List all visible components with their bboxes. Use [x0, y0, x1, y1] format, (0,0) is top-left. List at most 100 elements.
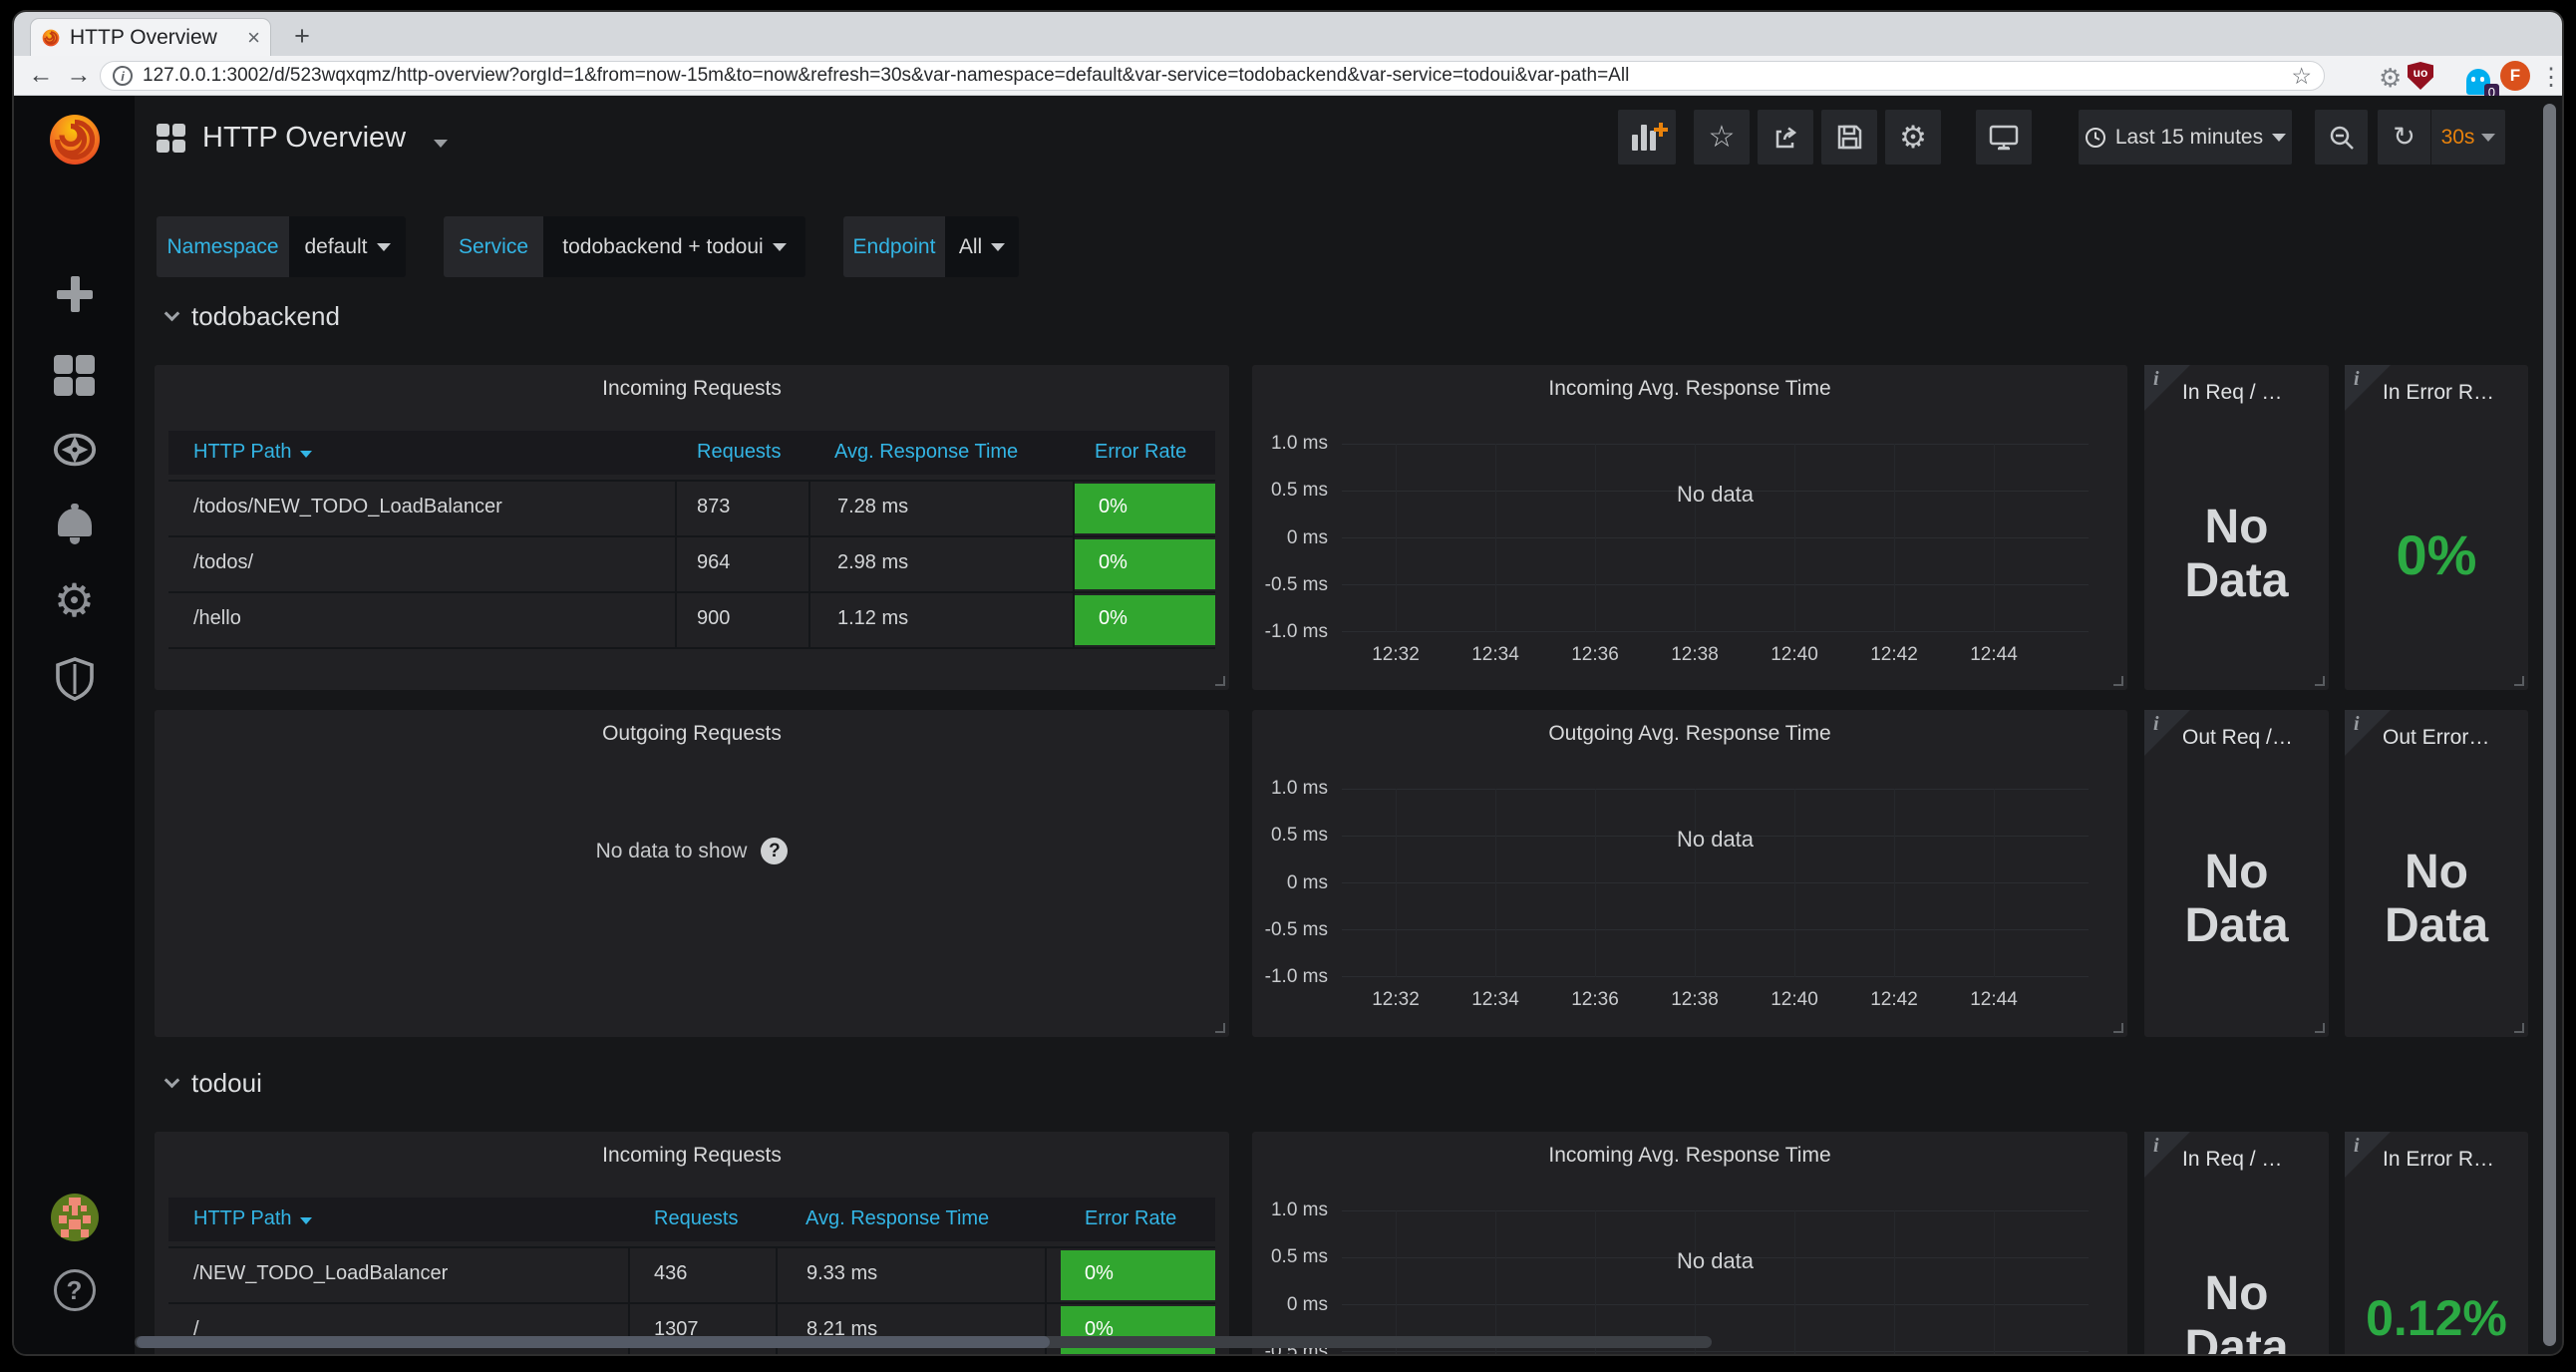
- back-icon[interactable]: ←: [22, 61, 60, 90]
- panel-title[interactable]: Incoming Avg. Response Time: [1252, 377, 2127, 401]
- filter-namespace-value[interactable]: default: [289, 216, 406, 277]
- panel-title[interactable]: Incoming Requests: [155, 1144, 1229, 1168]
- browser-tab[interactable]: HTTP Overview ×: [30, 18, 271, 56]
- mark-favorite-button[interactable]: ☆: [1694, 110, 1750, 165]
- url-text[interactable]: 127.0.0.1:3002/d/523wqxqmz/http-overview…: [143, 65, 2281, 87]
- title-caret-icon[interactable]: [434, 140, 448, 148]
- filter-endpoint-value[interactable]: All: [945, 216, 1019, 277]
- panel-incoming-avg-response-todobackend[interactable]: Incoming Avg. Response Time 1.0 ms 0.5 m…: [1252, 365, 2127, 690]
- col-avg-response-time[interactable]: Avg. Response Time: [834, 441, 1018, 464]
- bookmark-star-icon[interactable]: ☆: [2291, 63, 2312, 90]
- cell-requests: 436: [654, 1262, 687, 1285]
- sidebar-server-admin-icon[interactable]: [14, 656, 135, 702]
- col-error-rate[interactable]: Error Rate: [1085, 1207, 1176, 1230]
- panel-in-req-todobackend[interactable]: i In Req / … No Data: [2144, 365, 2329, 690]
- panel-in-error-todobackend[interactable]: i In Error R… 0%: [2345, 365, 2528, 690]
- panel-out-req-todobackend[interactable]: i Out Req /… No Data: [2144, 710, 2329, 1037]
- question-mark-icon[interactable]: ?: [761, 838, 788, 864]
- cell-avg: 1.12 ms: [837, 607, 908, 630]
- panel-incoming-requests-todoui[interactable]: Incoming Requests HTTP Path Requests Avg…: [155, 1132, 1229, 1354]
- col-requests[interactable]: Requests: [697, 441, 782, 464]
- chart-plot-area[interactable]: No data: [1342, 444, 2089, 632]
- panel-incoming-avg-response-todoui[interactable]: Incoming Avg. Response Time 1.0 ms 0.5 m…: [1252, 1132, 2127, 1354]
- y-tick: -1.0 ms: [1252, 966, 1328, 988]
- refresh-interval-button[interactable]: 30s: [2431, 110, 2505, 165]
- panel-title[interactable]: Incoming Requests: [155, 377, 1229, 401]
- panel-title[interactable]: Outgoing Requests: [155, 722, 1229, 746]
- dashboard-settings-button[interactable]: ⚙: [1885, 110, 1941, 165]
- refresh-button[interactable]: ↻: [2378, 110, 2431, 165]
- sidebar-dashboards-icon[interactable]: [14, 355, 135, 396]
- dashboard-title[interactable]: HTTP Overview: [202, 122, 406, 155]
- tab-close-icon[interactable]: ×: [247, 27, 260, 49]
- page-info-icon[interactable]: i: [113, 66, 133, 86]
- y-tick: -0.5 ms: [1252, 574, 1328, 596]
- panel-title[interactable]: Incoming Avg. Response Time: [1252, 1144, 2127, 1168]
- y-tick: 0.5 ms: [1252, 1246, 1328, 1268]
- vertical-scrollbar-thumb[interactable]: [2543, 104, 2556, 1346]
- x-tick: 12:38: [1660, 989, 1730, 1011]
- cycle-view-mode-button[interactable]: [1976, 110, 2032, 165]
- dashboard-grid-icon[interactable]: [157, 124, 186, 154]
- sort-caret-icon: [300, 451, 312, 458]
- section-todobackend[interactable]: todobackend: [166, 301, 340, 332]
- cell-error-rate: 0%: [1075, 539, 1215, 589]
- filter-service-value[interactable]: todobackend + todoui: [543, 216, 805, 277]
- panel-title[interactable]: In Req / …: [2182, 381, 2282, 405]
- horizontal-scrollbar-thumb[interactable]: [137, 1336, 1050, 1348]
- zoom-out-button[interactable]: [2315, 110, 2368, 165]
- sidebar-configuration-icon[interactable]: ⚙: [14, 577, 135, 623]
- browser-navbar: ← → ↻ i 127.0.0.1:3002/d/523wqxqmz/http-…: [14, 56, 2562, 96]
- chart-plot-area[interactable]: No data: [1342, 1210, 2089, 1354]
- chart-plot-area[interactable]: No data: [1342, 789, 2089, 977]
- panel-title[interactable]: Out Req /…: [2182, 726, 2293, 750]
- ublock-extension-icon[interactable]: uo: [2408, 62, 2433, 90]
- col-http-path[interactable]: HTTP Path: [193, 441, 312, 464]
- y-tick: 1.0 ms: [1252, 778, 1328, 800]
- y-tick: -1.0 ms: [1252, 621, 1328, 643]
- col-avg-response-time[interactable]: Avg. Response Time: [805, 1207, 989, 1230]
- sidebar-create-icon[interactable]: [14, 276, 135, 312]
- profile-avatar[interactable]: F: [2500, 61, 2530, 91]
- browser-menu-icon[interactable]: ⋮: [2539, 63, 2562, 92]
- panel-in-error-todoui[interactable]: i In Error R… 0.12%: [2345, 1132, 2528, 1354]
- panel-title[interactable]: Outgoing Avg. Response Time: [1252, 722, 2127, 746]
- grafana-logo[interactable]: [14, 110, 135, 170]
- share-dashboard-button[interactable]: [1758, 110, 1813, 165]
- time-range-picker[interactable]: Last 15 minutes: [2079, 110, 2292, 165]
- col-error-rate[interactable]: Error Rate: [1095, 441, 1186, 464]
- sidebar-explore-icon[interactable]: [14, 427, 135, 473]
- sidebar-alerting-icon[interactable]: [14, 509, 135, 536]
- ghostery-extension-icon[interactable]: 0: [2466, 69, 2490, 95]
- panel-in-req-todoui[interactable]: i In Req / … No Data: [2144, 1132, 2329, 1354]
- section-todoui[interactable]: todoui: [166, 1068, 262, 1099]
- cell-error-rate: 0%: [1061, 1250, 1215, 1300]
- panel-out-error-todobackend[interactable]: i Out Error… No Data: [2345, 710, 2528, 1037]
- forward-icon[interactable]: →: [60, 61, 98, 90]
- filter-endpoint-label: Endpoint: [843, 216, 945, 277]
- dashboard-main: HTTP Overview ☆ ⚙ Last 15 minutes: [135, 96, 2562, 1354]
- panel-title[interactable]: In Error R…: [2383, 381, 2494, 405]
- table-row: /todos/ 964 2.98 ms 0%: [168, 535, 1215, 591]
- add-panel-button[interactable]: [1618, 110, 1676, 165]
- time-range-caret-icon: [2272, 134, 2286, 142]
- url-bar[interactable]: i 127.0.0.1:3002/d/523wqxqmz/http-overvi…: [100, 61, 2325, 91]
- filter-service: Service todobackend + todoui: [444, 216, 805, 277]
- user-avatar[interactable]: [14, 1194, 135, 1241]
- help-icon[interactable]: ?: [14, 1269, 135, 1311]
- empty-panel-message: No data to show ?: [155, 838, 1229, 864]
- horizontal-scrollbar[interactable]: [135, 1336, 1712, 1348]
- panel-outgoing-requests-todobackend[interactable]: Outgoing Requests No data to show ?: [155, 710, 1229, 1037]
- col-requests[interactable]: Requests: [654, 1207, 739, 1230]
- panel-outgoing-avg-response-todobackend[interactable]: Outgoing Avg. Response Time 1.0 ms 0.5 m…: [1252, 710, 2127, 1037]
- panel-title[interactable]: Out Error…: [2383, 726, 2489, 750]
- panel-incoming-requests-todobackend[interactable]: Incoming Requests HTTP Path Requests Avg…: [155, 365, 1229, 690]
- extension-gear-icon[interactable]: ⚙: [2379, 65, 2402, 91]
- save-dashboard-button[interactable]: [1821, 110, 1877, 165]
- col-http-path[interactable]: HTTP Path: [193, 1207, 312, 1230]
- new-tab-button[interactable]: +: [285, 20, 319, 52]
- panel-title[interactable]: In Error R…: [2383, 1148, 2494, 1172]
- panel-title[interactable]: In Req / …: [2182, 1148, 2282, 1172]
- caret-down-icon: [991, 243, 1005, 251]
- x-tick: 12:44: [1959, 644, 2029, 666]
